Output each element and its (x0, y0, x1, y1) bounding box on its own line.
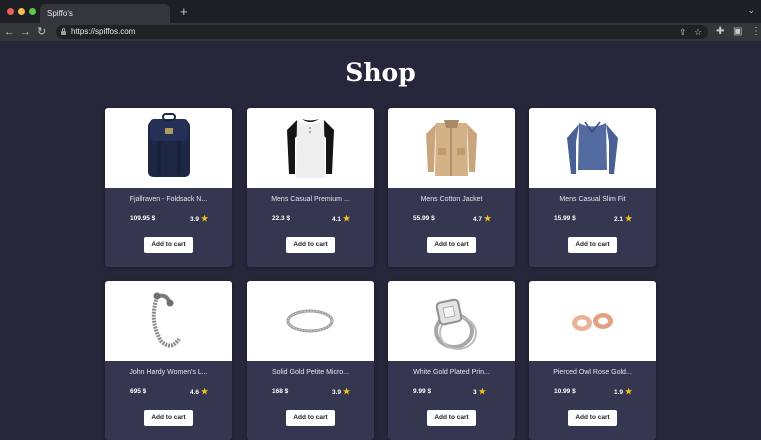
product-rating: 2.1 ★ (614, 214, 632, 223)
lock-icon (61, 28, 66, 35)
product-price: 10.99 $ (554, 388, 576, 395)
product-price: 55.99 $ (413, 215, 435, 222)
new-tab-button[interactable]: + (180, 3, 188, 20)
product-image[interactable] (529, 108, 656, 188)
maximize-window-icon[interactable] (29, 8, 36, 15)
product-rating: 3.9 ★ (332, 387, 350, 396)
jacket-image (426, 120, 477, 176)
rating-value: 3.9 (332, 389, 342, 396)
rating-value: 1.9 (614, 389, 624, 396)
rating-value: 3 (473, 389, 477, 396)
product-title: Pierced Owl Rose Gold... (553, 369, 632, 376)
minimize-window-icon[interactable] (18, 8, 25, 15)
rating-value: 4.7 (473, 216, 483, 223)
product-price: 695 $ (130, 388, 147, 395)
product-rating: 3.9 ★ (190, 214, 208, 223)
product-rating: 4.6 ★ (190, 387, 208, 396)
rating-value: 3.9 (190, 216, 200, 223)
product-price: 9.99 $ (413, 388, 432, 395)
product-title: Mens Casual Slim Fit (559, 196, 626, 203)
rating-value: 4.6 (190, 389, 200, 396)
add-to-cart-button[interactable]: Add to cart (286, 237, 335, 253)
long-sleeve-image (567, 121, 618, 174)
product-rating: 3 ★ (473, 387, 486, 396)
raglan-shirt-image (287, 119, 334, 178)
product-image[interactable] (529, 281, 656, 361)
bracelet-image (151, 292, 181, 348)
browser-toolbar: ← → ↻ https://spiffos.com ⇪ ☆ ✚ ▣ ⋮ (0, 23, 761, 41)
reload-icon[interactable]: ↻ (37, 23, 46, 41)
product-image[interactable] (388, 108, 515, 188)
product-card: Solid Gold Petite Micro... 168 $ 3.9 ★ Ad… (247, 281, 374, 440)
product-rating: 4.1 ★ (332, 214, 350, 223)
product-price: 22.3 $ (272, 215, 291, 222)
tab-search-chevron-icon[interactable]: ⌄ (747, 5, 755, 16)
earrings-image (572, 313, 613, 331)
product-image[interactable] (247, 281, 374, 361)
product-image[interactable] (105, 108, 232, 188)
rating-value: 2.1 (614, 216, 624, 223)
product-title: Mens Casual Premium ... (271, 196, 350, 203)
product-title: John Hardy Women's L... (129, 369, 208, 376)
share-icon[interactable]: ⇪ (679, 25, 687, 39)
add-to-cart-button[interactable]: Add to cart (427, 237, 476, 253)
tab-title: Spiffo's (47, 9, 73, 18)
product-card: John Hardy Women's L... 695 $ 4.6 ★ Add t… (105, 281, 232, 440)
star-icon: ★ (478, 387, 486, 396)
extensions-puzzle-icon[interactable]: ✚ (716, 23, 724, 41)
star-icon: ★ (625, 214, 633, 223)
star-icon: ★ (201, 387, 209, 396)
product-card: Mens Casual Premium ... 22.3 $ 4.1 ★ Add … (247, 108, 374, 267)
add-to-cart-button[interactable]: Add to cart (286, 410, 335, 426)
star-icon: ★ (343, 387, 351, 396)
rating-value: 4.1 (332, 216, 342, 223)
product-price: 109.95 $ (130, 215, 156, 222)
add-to-cart-button[interactable]: Add to cart (427, 410, 476, 426)
product-title: White Gold Plated Prin... (413, 369, 490, 376)
product-card: White Gold Plated Prin... 9.99 $ 3 ★ Add … (388, 281, 515, 440)
product-image[interactable] (247, 108, 374, 188)
product-rating: 4.7 ★ (473, 214, 491, 223)
product-price: 15.99 $ (554, 215, 576, 222)
product-image[interactable] (105, 281, 232, 361)
product-card: Pierced Owl Rose Gold... 10.99 $ 1.9 ★ Ad… (529, 281, 656, 440)
product-card: Mens Casual Slim Fit 15.99 $ 2.1 ★ Add to… (529, 108, 656, 267)
browser-menu-icon[interactable]: ⋮ (751, 23, 761, 41)
product-card: Mens Cotton Jacket 55.99 $ 4.7 ★ Add to c… (388, 108, 515, 267)
url-text: https://spiffos.com (71, 27, 136, 36)
ring-band-image (286, 309, 334, 333)
product-title: Solid Gold Petite Micro... (271, 369, 350, 376)
page-title: Shop (345, 58, 416, 87)
browser-tab[interactable]: Spiffo's (40, 4, 170, 23)
backpack-image (148, 113, 190, 177)
close-window-icon[interactable] (7, 8, 14, 15)
add-to-cart-button[interactable]: Add to cart (568, 237, 617, 253)
forward-arrow-icon[interactable]: → (20, 23, 31, 41)
address-bar[interactable]: https://spiffos.com ⇪ ☆ (56, 25, 708, 39)
product-price: 168 $ (272, 388, 289, 395)
star-icon: ★ (201, 214, 209, 223)
star-icon: ★ (625, 387, 633, 396)
back-arrow-icon[interactable]: ← (4, 23, 15, 41)
product-title: Mens Cotton Jacket (420, 196, 483, 203)
product-card: Fjallraven - Foldsack N... 109.95 $ 3.9 ★… (105, 108, 232, 267)
product-rating: 1.9 ★ (614, 387, 632, 396)
add-to-cart-button[interactable]: Add to cart (568, 410, 617, 426)
sidebar-toggle-icon[interactable]: ▣ (733, 23, 742, 41)
bookmark-star-icon[interactable]: ☆ (694, 25, 702, 39)
add-to-cart-button[interactable]: Add to cart (144, 410, 193, 426)
product-title: Fjallraven - Foldsack N... (129, 196, 208, 203)
browser-tab-bar: Spiffo's + ⌄ (0, 0, 761, 23)
add-to-cart-button[interactable]: Add to cart (144, 237, 193, 253)
star-icon: ★ (484, 214, 492, 223)
product-image[interactable] (388, 281, 515, 361)
star-icon: ★ (343, 214, 351, 223)
diamond-ring-image (434, 298, 477, 350)
